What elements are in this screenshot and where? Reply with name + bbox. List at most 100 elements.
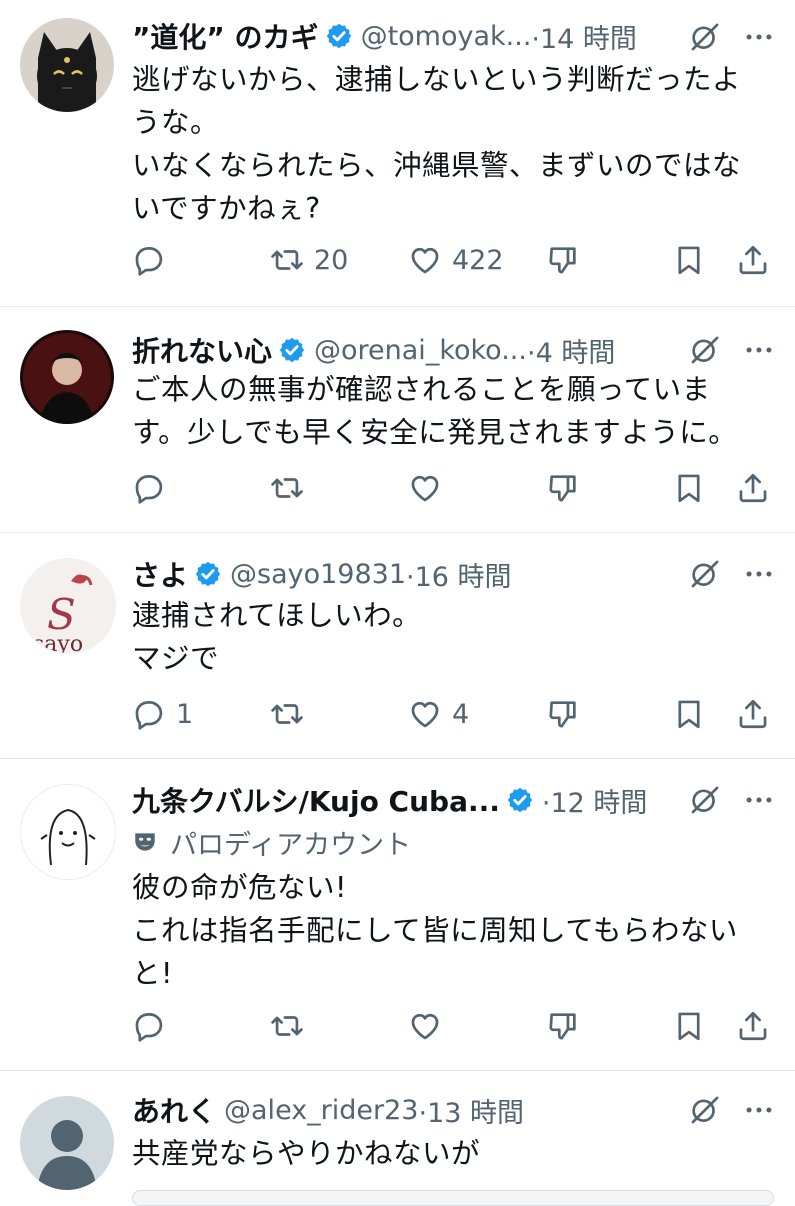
- grok-icon[interactable]: [688, 783, 722, 817]
- tweet-text: 彼の命が危ない! これは指名手配にして皆に周知してもらわない と!: [132, 871, 738, 990]
- avatar[interactable]: [20, 1096, 114, 1190]
- reply-button[interactable]: [132, 1004, 176, 1048]
- tweet-text: 逃げないから、逮捕しないという判断だったよ うな。 いなくなられたら、沖縄県警、…: [132, 63, 742, 225]
- tweet[interactable]: 九条クバルシ/Kujo Cuba... ·12 時間 パロディアカウント 彼の命…: [0, 758, 795, 1071]
- grok-icon[interactable]: [688, 333, 722, 367]
- timestamp[interactable]: ·12 時間: [542, 781, 648, 820]
- avatar[interactable]: S sayo: [20, 558, 116, 654]
- dislike-button[interactable]: [546, 238, 580, 282]
- share-button[interactable]: [736, 238, 770, 282]
- bookmark-button[interactable]: [672, 1004, 706, 1048]
- action-bar: [132, 1004, 775, 1048]
- more-icon[interactable]: [742, 1093, 776, 1127]
- dislike-button[interactable]: [546, 1004, 580, 1048]
- reply-icon: [132, 243, 166, 277]
- verified-badge-icon: [278, 336, 306, 364]
- more-icon[interactable]: [742, 333, 776, 367]
- user-handle[interactable]: @tomoyak...: [361, 21, 532, 52]
- retweet-button[interactable]: [270, 692, 314, 736]
- share-button[interactable]: [736, 1004, 770, 1048]
- timestamp[interactable]: ·13 時間: [419, 1091, 525, 1130]
- dislike-button[interactable]: [546, 692, 580, 736]
- action-bar: 1 4: [132, 692, 775, 736]
- display-name[interactable]: 九条クバルシ/Kujo Cuba...: [132, 780, 500, 820]
- retweet-button[interactable]: 20: [270, 238, 348, 282]
- share-icon: [736, 471, 770, 505]
- user-handle[interactable]: @alex_rider23: [224, 1095, 418, 1126]
- reply-button[interactable]: 1: [132, 692, 193, 736]
- reply-icon: [132, 471, 166, 505]
- parody-mask-icon: [132, 829, 158, 855]
- heart-icon: [408, 697, 442, 731]
- user-handle[interactable]: @sayo19831: [230, 559, 406, 590]
- retweet-icon: [270, 697, 304, 731]
- retweet-count: 20: [314, 244, 349, 276]
- parody-label-text: パロディアカウント: [170, 829, 412, 861]
- timestamp[interactable]: ·4 時間: [527, 331, 615, 370]
- grok-icon[interactable]: [688, 1093, 722, 1127]
- bookmark-icon: [672, 697, 706, 731]
- verified-badge-icon: [325, 22, 353, 50]
- action-bar: [132, 466, 775, 510]
- like-button[interactable]: [408, 1004, 452, 1048]
- retweet-button[interactable]: [270, 1004, 314, 1048]
- grok-icon[interactable]: [688, 20, 722, 54]
- share-button[interactable]: [736, 466, 770, 510]
- avatar[interactable]: [20, 18, 114, 112]
- tweet[interactable]: あれく @alex_rider23 ·13 時間 共産党ならやりかねないが: [0, 1070, 795, 1200]
- sayo-logo-avatar: S sayo: [21, 559, 115, 653]
- media-preview[interactable]: [132, 1190, 774, 1206]
- display-name[interactable]: ”道化” のカギ: [132, 16, 319, 56]
- bookmark-icon: [672, 1009, 706, 1043]
- timestamp[interactable]: ·14 時間: [531, 17, 637, 56]
- retweet-icon: [270, 471, 304, 505]
- like-button[interactable]: [408, 466, 452, 510]
- grok-icon[interactable]: [688, 557, 722, 591]
- display-name[interactable]: 折れない心: [132, 330, 272, 370]
- bookmark-button[interactable]: [672, 238, 706, 282]
- display-name[interactable]: あれく: [132, 1090, 216, 1130]
- like-count: 422: [452, 244, 504, 276]
- more-icon[interactable]: [742, 783, 776, 817]
- dislike-icon: [546, 243, 580, 277]
- dark-figure-avatar: [20, 330, 114, 424]
- heart-icon: [408, 243, 442, 277]
- avatar[interactable]: [20, 330, 114, 424]
- more-icon[interactable]: [742, 557, 776, 591]
- share-icon: [736, 1009, 770, 1043]
- verified-badge-icon: [506, 786, 534, 814]
- retweet-button[interactable]: [270, 466, 314, 510]
- dislike-icon: [546, 471, 580, 505]
- tweet[interactable]: ”道化” のカギ @tomoyak... ·14 時間 逃げないから、逮捕しない…: [0, 0, 795, 307]
- avatar[interactable]: [20, 784, 116, 880]
- tweet-text: ご本人の無事が確認されることを願っていま す。少しでも早く安全に発見されますよう…: [132, 373, 738, 449]
- reply-button[interactable]: [132, 466, 176, 510]
- heart-icon: [408, 1009, 442, 1043]
- user-handle[interactable]: @orenai_koko...: [314, 335, 527, 366]
- share-button[interactable]: [736, 692, 770, 736]
- black-cat-avatar: [20, 18, 114, 112]
- like-button[interactable]: 422: [408, 238, 504, 282]
- like-button[interactable]: 4: [408, 692, 469, 736]
- bookmark-button[interactable]: [672, 692, 706, 736]
- tweet[interactable]: S sayo さよ @sayo19831 ·16 時間 逮捕されてほしいわ。 マ…: [0, 532, 795, 759]
- doodle-face-avatar: [21, 785, 115, 879]
- tweet[interactable]: 折れない心 @orenai_koko... ·4 時間 ご本人の無事が確認される…: [0, 306, 795, 533]
- default-avatar: [20, 1096, 114, 1190]
- parody-label: パロディアカウント: [132, 822, 411, 862]
- reply-button[interactable]: [132, 238, 176, 282]
- retweet-icon: [270, 243, 304, 277]
- reply-count: 1: [176, 698, 194, 730]
- timestamp[interactable]: ·16 時間: [406, 555, 512, 594]
- dislike-icon: [546, 1009, 580, 1043]
- action-bar: 20 422: [132, 238, 775, 282]
- verified-badge-icon: [194, 560, 222, 588]
- share-icon: [736, 697, 770, 731]
- bookmark-button[interactable]: [672, 466, 706, 510]
- display-name[interactable]: さよ: [132, 554, 188, 594]
- share-icon: [736, 243, 770, 277]
- more-icon[interactable]: [742, 20, 776, 54]
- reply-icon: [132, 697, 166, 731]
- heart-icon: [408, 471, 442, 505]
- dislike-button[interactable]: [546, 466, 580, 510]
